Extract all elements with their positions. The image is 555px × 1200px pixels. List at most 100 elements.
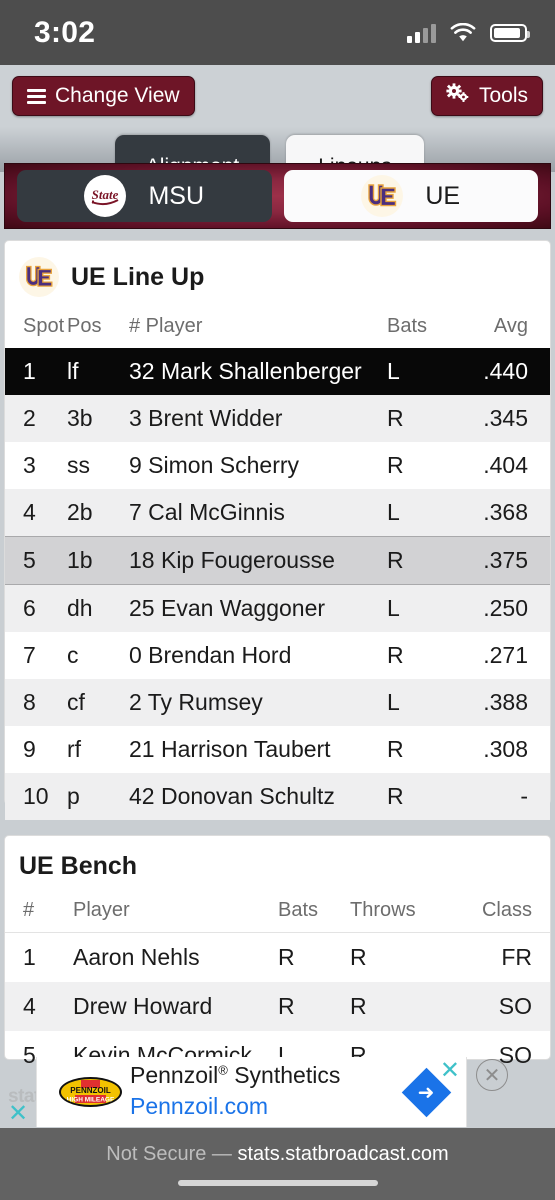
lineup-cell-spot: 10: [23, 783, 49, 809]
bench-table-head: # Player Bats Throws Class: [5, 891, 550, 933]
lineup-cell-avg: .404: [483, 452, 528, 478]
bench-card: UE Bench # Player Bats Throws Class 1 Aar…: [4, 835, 551, 1068]
status-bar-clock: 3:02: [34, 15, 96, 49]
team-tab-msu[interactable]: State MSU: [17, 170, 272, 222]
lineup-cell-player: 25 Evan Waggoner: [129, 595, 326, 621]
lineup-cell-avg: .345: [483, 405, 528, 431]
bench-cell-player: Drew Howard: [73, 993, 213, 1019]
lineup-table: Spot Pos # Player Bats Avg 1 lf 32 Mark Sh…: [5, 307, 550, 820]
svg-text:State: State: [92, 187, 119, 202]
phone-screen: 3:02 Change View Tools State MSU UE UE L…: [0, 0, 555, 1200]
hamburger-icon: [27, 88, 46, 104]
team-tab-msu-label: MSU: [148, 181, 205, 210]
lineup-cell-avg: .375: [483, 547, 528, 573]
tools-button[interactable]: Tools: [430, 76, 543, 116]
lineup-row[interactable]: 9 rf 21 Harrison Taubert R .308: [5, 726, 550, 773]
pennzoil-logo: PENNZOIL HIGH MILEAGE: [59, 1077, 122, 1107]
bench-header-row: # Player Bats Throws Class: [5, 891, 550, 933]
home-indicator[interactable]: [177, 1179, 378, 1186]
lineup-col-bats: Bats: [387, 315, 428, 337]
lineup-row[interactable]: 5 1b 18 Kip Fougerousse R .375: [5, 536, 550, 585]
lineup-row[interactable]: 10 p 42 Donovan Schultz R -: [5, 773, 550, 820]
lineup-cell-bats: L: [387, 499, 400, 525]
lineup-row[interactable]: 2 3b 3 Brent Widder R .345: [5, 395, 550, 442]
bench-col-throws: Throws: [350, 899, 416, 921]
bench-cell-throws: R: [350, 944, 367, 970]
bench-row[interactable]: 4 Drew Howard R R SO: [5, 982, 550, 1031]
ue-monogram-logo: [361, 175, 404, 217]
bench-cell-num: 4: [23, 993, 36, 1019]
lineup-cell-spot: 4: [23, 499, 36, 525]
lineup-cell-avg: .440: [483, 358, 528, 384]
lineup-row[interactable]: 8 cf 2 Ty Rumsey L .388: [5, 679, 550, 726]
lineup-cell-bats: R: [387, 736, 404, 762]
lineup-table-head: Spot Pos # Player Bats Avg: [5, 307, 550, 348]
ad-close-circle-icon[interactable]: ✕: [476, 1059, 508, 1091]
bench-col-bats: Bats: [278, 899, 319, 921]
lineup-cell-bats: R: [387, 783, 404, 809]
ad-banner[interactable]: PENNZOIL HIGH MILEAGE Pennzoil® Syntheti…: [36, 1057, 467, 1127]
ad-headline-rest: Synthetics: [227, 1062, 341, 1088]
security-status-label: Not Secure: [106, 1142, 207, 1165]
lineup-cell-pos: cf: [67, 689, 85, 715]
lineup-cell-pos: ss: [67, 452, 90, 478]
lineup-cell-player: 3 Brent Widder: [129, 405, 283, 431]
bench-cell-player: Aaron Nehls: [73, 944, 200, 970]
lineup-cell-player: 18 Kip Fougerousse: [129, 547, 335, 573]
tools-label: Tools: [478, 84, 528, 107]
lineup-card-header: UE Line Up: [5, 241, 550, 307]
ad-dismiss-x-secondary-icon[interactable]: ✕: [8, 1102, 28, 1126]
lineup-cell-spot: 1: [23, 358, 36, 384]
wifi-icon: [450, 22, 476, 43]
bench-cell-num: 1: [23, 944, 36, 970]
lineup-cell-pos: rf: [67, 736, 82, 762]
ad-headline: Pennzoil® Synthetics: [130, 1062, 340, 1089]
browser-bottom-bar: Not Secure — stats.statbroadcast.com: [0, 1128, 555, 1200]
lineup-cell-pos: lf: [67, 358, 79, 384]
lineup-cell-player: 2 Ty Rumsey: [129, 689, 263, 715]
bench-cell-class: SO: [498, 993, 532, 1019]
svg-text:PENNZOIL: PENNZOIL: [70, 1086, 111, 1095]
lineup-cell-pos: dh: [67, 595, 93, 621]
team-tab-ue-label: UE: [425, 181, 461, 210]
change-view-button[interactable]: Change View: [12, 76, 195, 116]
lineup-cell-player: 42 Donovan Schultz: [129, 783, 335, 809]
team-selector-bar: State MSU UE: [4, 163, 551, 229]
status-bar: 3:02: [0, 0, 555, 65]
lineup-cell-bats: L: [387, 595, 400, 621]
msu-state-logo: State: [84, 175, 127, 217]
lineup-col-avg: Avg: [493, 315, 528, 337]
lineup-cell-bats: R: [387, 642, 404, 668]
bench-row[interactable]: 1 Aaron Nehls R R FR: [5, 933, 550, 983]
ad-url-link[interactable]: Pennzoil.com: [130, 1093, 268, 1120]
bench-cell-bats: R: [278, 993, 295, 1019]
lineup-cell-pos: p: [67, 783, 80, 809]
url-separator: —: [211, 1142, 232, 1165]
svg-text:HIGH MILEAGE: HIGH MILEAGE: [67, 1097, 115, 1104]
bench-col-num: #: [23, 899, 35, 921]
lineup-row[interactable]: 4 2b 7 Cal McGinnis L .368: [5, 489, 550, 537]
ad-dismiss-x-icon[interactable]: ✕: [440, 1059, 460, 1083]
lineup-cell-player: 0 Brendan Hord: [129, 642, 292, 668]
lineup-cell-pos: 1b: [67, 547, 93, 573]
lineup-cell-bats: R: [387, 452, 404, 478]
bench-col-player: Player: [73, 899, 130, 921]
lineup-row[interactable]: 7 c 0 Brendan Hord R .271: [5, 632, 550, 679]
lineup-row[interactable]: 6 dh 25 Evan Waggoner L .250: [5, 584, 550, 632]
ad-headline-brand: Pennzoil: [130, 1062, 219, 1088]
lineup-col-spot: Spot: [23, 315, 65, 337]
lineup-cell-player: 7 Cal McGinnis: [129, 499, 285, 525]
team-tab-ue[interactable]: UE: [283, 170, 538, 222]
cellular-signal-icon: [407, 23, 436, 43]
battery-icon: [490, 23, 530, 42]
bench-card-header: UE Bench: [5, 836, 550, 891]
bench-cell-class: FR: [501, 944, 532, 970]
lineup-cell-avg: -: [520, 783, 528, 809]
lineup-cell-pos: 2b: [67, 499, 93, 525]
lineup-row[interactable]: 3 ss 9 Simon Scherry R .404: [5, 442, 550, 489]
lineup-cell-bats: R: [387, 405, 404, 431]
lineup-row[interactable]: 1 lf 32 Mark Shallenberger L .440: [5, 348, 550, 395]
lineup-cell-avg: .250: [483, 595, 528, 621]
lineup-cell-bats: R: [387, 547, 404, 573]
browser-url-display[interactable]: Not Secure — stats.statbroadcast.com: [106, 1143, 448, 1166]
